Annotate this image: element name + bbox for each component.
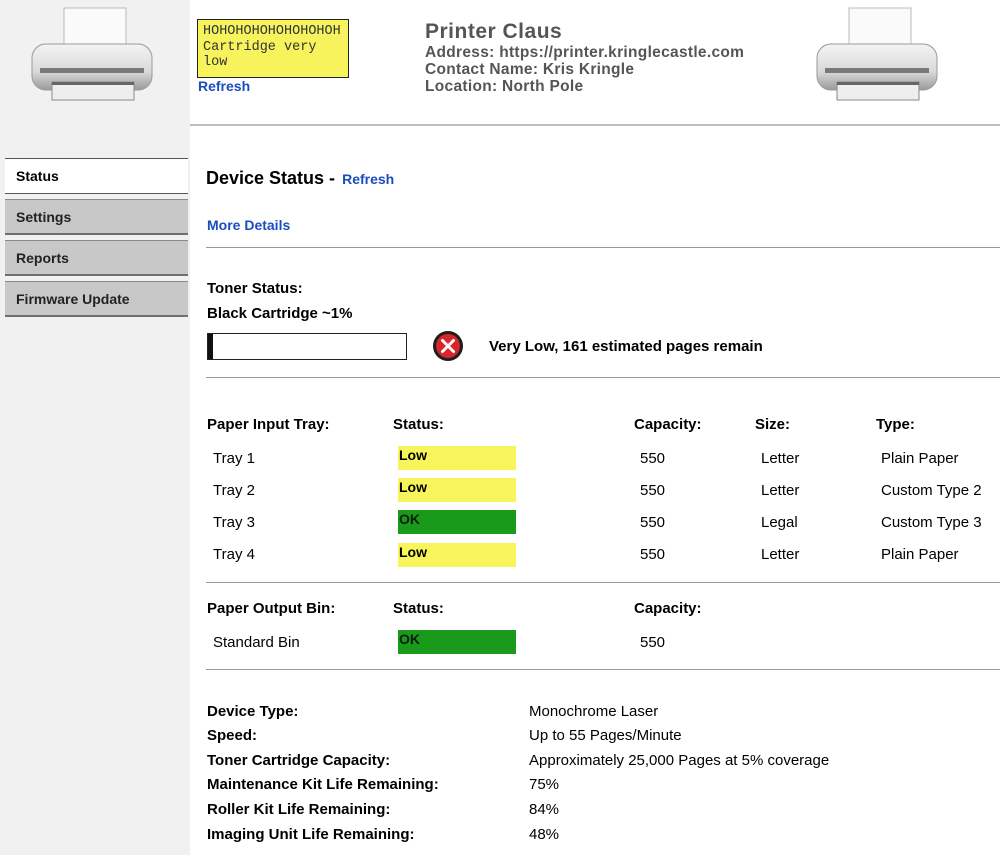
- toner-level-bar: [207, 333, 407, 360]
- bin-capacity: 550: [640, 634, 666, 651]
- divider: [206, 377, 1000, 378]
- tray-name: Tray 3: [213, 514, 255, 531]
- printer-icon: [30, 6, 154, 106]
- device-info-value: 75%: [529, 776, 560, 793]
- tray-type: Plain Paper: [881, 546, 959, 563]
- main-content: Device Status - Refresh More Details Ton…: [206, 0, 1000, 855]
- tray-name: Tray 2: [213, 482, 255, 499]
- toner-status-heading: Toner Status:: [207, 280, 303, 297]
- input-status-header: Status:: [393, 416, 444, 433]
- tray-size: Letter: [761, 450, 800, 467]
- error-icon: [432, 330, 464, 362]
- tray-capacity: 550: [640, 514, 666, 531]
- tray-size: Letter: [761, 546, 800, 563]
- tray-status-badge: Low: [398, 446, 516, 470]
- refresh-link[interactable]: Refresh: [342, 171, 394, 187]
- device-info-value: 84%: [529, 801, 560, 818]
- page-title-text: Device Status -: [206, 168, 336, 188]
- toner-level-fill: [208, 334, 213, 359]
- tray-status-badge: Low: [398, 478, 516, 502]
- tray-type: Custom Type 2: [881, 482, 982, 499]
- page-title: Device Status - Refresh: [206, 168, 394, 189]
- output-status-header: Status:: [393, 600, 444, 617]
- bin-status-badge: OK: [398, 630, 516, 654]
- nav-item-status[interactable]: Status: [5, 158, 188, 194]
- nav-item-settings[interactable]: Settings: [5, 199, 188, 235]
- device-info-label: Maintenance Kit Life Remaining:: [207, 776, 439, 793]
- sidebar-nav: Status Settings Reports Firmware Update: [5, 158, 188, 322]
- tray-size: Legal: [761, 514, 798, 531]
- nav-item-reports[interactable]: Reports: [5, 240, 188, 276]
- bin-name: Standard Bin: [213, 634, 300, 651]
- tray-name: Tray 1: [213, 450, 255, 467]
- divider: [206, 669, 1000, 670]
- device-info-value: Up to 55 Pages/Minute: [529, 727, 682, 744]
- left-column: [0, 0, 190, 855]
- output-bin-header: Paper Output Bin:: [207, 600, 336, 617]
- input-type-header: Type:: [876, 416, 915, 433]
- tray-type: Custom Type 3: [881, 514, 982, 531]
- input-size-header: Size:: [755, 416, 791, 433]
- device-info-label: Imaging Unit Life Remaining:: [207, 826, 415, 843]
- device-info-label: Device Type:: [207, 703, 299, 720]
- more-details-link[interactable]: More Details: [207, 217, 290, 233]
- tray-size: Letter: [761, 482, 800, 499]
- tray-status-badge: OK: [398, 510, 516, 534]
- tray-type: Plain Paper: [881, 450, 959, 467]
- tray-status-badge: Low: [398, 543, 516, 567]
- tray-name: Tray 4: [213, 546, 255, 563]
- device-info-value: Approximately 25,000 Pages at 5% coverag…: [529, 752, 830, 769]
- device-info-label: Toner Cartridge Capacity:: [207, 752, 391, 769]
- device-info-label: Speed:: [207, 727, 258, 744]
- tray-capacity: 550: [640, 546, 666, 563]
- input-capacity-header: Capacity:: [634, 416, 702, 433]
- divider: [206, 247, 1000, 248]
- tray-capacity: 550: [640, 450, 666, 467]
- input-tray-header: Paper Input Tray:: [207, 416, 330, 433]
- nav-item-firmware-update[interactable]: Firmware Update: [5, 281, 188, 317]
- device-info-label: Roller Kit Life Remaining:: [207, 801, 391, 818]
- output-capacity-header: Capacity:: [634, 600, 702, 617]
- device-info-value: 48%: [529, 826, 560, 843]
- device-info-value: Monochrome Laser: [529, 703, 659, 720]
- toner-cartridge-label: Black Cartridge ~1%: [207, 305, 353, 322]
- divider: [206, 582, 1000, 583]
- tray-capacity: 550: [640, 482, 666, 499]
- toner-status-message: Very Low, 161 estimated pages remain: [489, 338, 763, 355]
